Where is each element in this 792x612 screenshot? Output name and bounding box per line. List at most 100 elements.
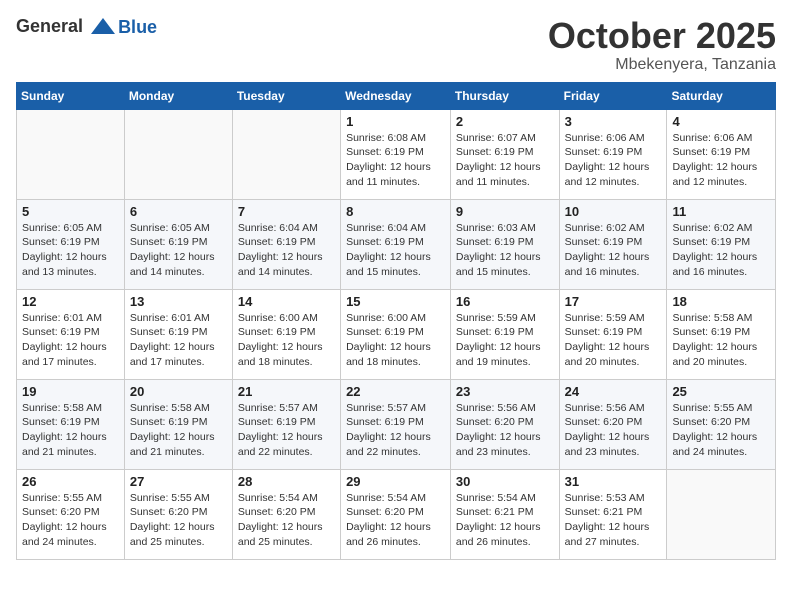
day-number: 25 <box>672 384 770 399</box>
day-number: 17 <box>565 294 662 309</box>
day-number: 5 <box>22 204 119 219</box>
day-number: 24 <box>565 384 662 399</box>
calendar-cell <box>17 109 125 199</box>
day-info: Sunrise: 5:58 AM Sunset: 6:19 PM Dayligh… <box>130 401 227 460</box>
calendar-cell: 26 Sunrise: 5:55 AM Sunset: 6:20 PM Dayli… <box>17 469 125 559</box>
day-number: 12 <box>22 294 119 309</box>
calendar-header-tuesday: Tuesday <box>232 82 340 109</box>
day-number: 20 <box>130 384 227 399</box>
day-number: 7 <box>238 204 335 219</box>
day-info: Sunrise: 5:58 AM Sunset: 6:19 PM Dayligh… <box>22 401 119 460</box>
calendar-cell: 22 Sunrise: 5:57 AM Sunset: 6:19 PM Dayli… <box>341 379 451 469</box>
day-number: 18 <box>672 294 770 309</box>
day-info: Sunrise: 6:06 AM Sunset: 6:19 PM Dayligh… <box>672 131 770 190</box>
calendar-cell <box>232 109 340 199</box>
day-info: Sunrise: 5:55 AM Sunset: 6:20 PM Dayligh… <box>22 491 119 550</box>
calendar-cell: 8Sunrise: 6:04 AM Sunset: 6:19 PM Daylig… <box>341 199 451 289</box>
day-info: Sunrise: 6:02 AM Sunset: 6:19 PM Dayligh… <box>672 221 770 280</box>
calendar-header-row: SundayMondayTuesdayWednesdayThursdayFrid… <box>17 82 776 109</box>
day-number: 6 <box>130 204 227 219</box>
day-info: Sunrise: 6:07 AM Sunset: 6:19 PM Dayligh… <box>456 131 554 190</box>
month-title: October 2025 <box>548 16 776 56</box>
calendar-table: SundayMondayTuesdayWednesdayThursdayFrid… <box>16 82 776 560</box>
logo-text: General <box>16 16 118 38</box>
day-number: 11 <box>672 204 770 219</box>
day-number: 3 <box>565 114 662 129</box>
logo: General Blue <box>16 16 157 38</box>
calendar-week-row: 1 Sunrise: 6:08 AM Sunset: 6:19 PM Daylig… <box>17 109 776 199</box>
calendar-cell: 6 Sunrise: 6:05 AM Sunset: 6:19 PM Daylig… <box>124 199 232 289</box>
day-number: 29 <box>346 474 445 489</box>
day-info: Sunrise: 6:05 AM Sunset: 6:19 PM Dayligh… <box>130 221 227 280</box>
calendar-cell: 29 Sunrise: 5:54 AM Sunset: 6:20 PM Dayli… <box>341 469 451 559</box>
calendar-cell: 18 Sunrise: 5:58 AM Sunset: 6:19 PM Dayli… <box>667 289 776 379</box>
day-info: Sunrise: 5:54 AM Sunset: 6:20 PM Dayligh… <box>238 491 335 550</box>
day-info: Sunrise: 5:59 AM Sunset: 6:19 PM Dayligh… <box>565 311 662 370</box>
day-info: Sunrise: 6:06 AM Sunset: 6:19 PM Dayligh… <box>565 131 662 190</box>
calendar-week-row: 19Sunrise: 5:58 AM Sunset: 6:19 PM Dayli… <box>17 379 776 469</box>
day-info: Sunrise: 6:04 AM Sunset: 6:19 PM Dayligh… <box>238 221 335 280</box>
calendar-cell: 23 Sunrise: 5:56 AM Sunset: 6:20 PM Dayli… <box>450 379 559 469</box>
day-info: Sunrise: 5:56 AM Sunset: 6:20 PM Dayligh… <box>456 401 554 460</box>
day-info: Sunrise: 6:00 AM Sunset: 6:19 PM Dayligh… <box>238 311 335 370</box>
calendar-cell: 25 Sunrise: 5:55 AM Sunset: 6:20 PM Dayli… <box>667 379 776 469</box>
calendar-cell: 15 Sunrise: 6:00 AM Sunset: 6:19 PM Dayli… <box>341 289 451 379</box>
calendar-cell: 16Sunrise: 5:59 AM Sunset: 6:19 PM Dayli… <box>450 289 559 379</box>
day-number: 15 <box>346 294 445 309</box>
day-info: Sunrise: 6:01 AM Sunset: 6:19 PM Dayligh… <box>130 311 227 370</box>
day-info: Sunrise: 5:56 AM Sunset: 6:20 PM Dayligh… <box>565 401 662 460</box>
calendar-week-row: 12 Sunrise: 6:01 AM Sunset: 6:19 PM Dayli… <box>17 289 776 379</box>
calendar-cell <box>124 109 232 199</box>
day-number: 30 <box>456 474 554 489</box>
calendar-cell: 11 Sunrise: 6:02 AM Sunset: 6:19 PM Dayli… <box>667 199 776 289</box>
day-info: Sunrise: 5:55 AM Sunset: 6:20 PM Dayligh… <box>130 491 227 550</box>
calendar-cell: 19Sunrise: 5:58 AM Sunset: 6:19 PM Dayli… <box>17 379 125 469</box>
calendar-cell <box>667 469 776 559</box>
calendar-cell: 13 Sunrise: 6:01 AM Sunset: 6:19 PM Dayli… <box>124 289 232 379</box>
day-info: Sunrise: 6:04 AM Sunset: 6:19 PM Dayligh… <box>346 221 445 280</box>
day-number: 4 <box>672 114 770 129</box>
day-number: 31 <box>565 474 662 489</box>
day-info: Sunrise: 5:54 AM Sunset: 6:20 PM Dayligh… <box>346 491 445 550</box>
logo-icon <box>89 16 117 38</box>
calendar-cell: 28Sunrise: 5:54 AM Sunset: 6:20 PM Dayli… <box>232 469 340 559</box>
calendar-cell: 31Sunrise: 5:53 AM Sunset: 6:21 PM Dayli… <box>559 469 667 559</box>
calendar-cell: 2Sunrise: 6:07 AM Sunset: 6:19 PM Daylig… <box>450 109 559 199</box>
day-number: 10 <box>565 204 662 219</box>
day-info: Sunrise: 5:55 AM Sunset: 6:20 PM Dayligh… <box>672 401 770 460</box>
day-info: Sunrise: 6:08 AM Sunset: 6:19 PM Dayligh… <box>346 131 445 190</box>
day-number: 27 <box>130 474 227 489</box>
day-info: Sunrise: 6:03 AM Sunset: 6:19 PM Dayligh… <box>456 221 554 280</box>
calendar-week-row: 26 Sunrise: 5:55 AM Sunset: 6:20 PM Dayli… <box>17 469 776 559</box>
calendar-cell: 21Sunrise: 5:57 AM Sunset: 6:19 PM Dayli… <box>232 379 340 469</box>
logo-general: General <box>16 16 83 36</box>
day-number: 9 <box>456 204 554 219</box>
calendar-cell: 1 Sunrise: 6:08 AM Sunset: 6:19 PM Daylig… <box>341 109 451 199</box>
calendar-header-friday: Friday <box>559 82 667 109</box>
day-info: Sunrise: 5:57 AM Sunset: 6:19 PM Dayligh… <box>238 401 335 460</box>
calendar-header-monday: Monday <box>124 82 232 109</box>
day-number: 26 <box>22 474 119 489</box>
day-number: 13 <box>130 294 227 309</box>
title-block: October 2025 Mbekenyera, Tanzania <box>548 16 776 74</box>
calendar-header-saturday: Saturday <box>667 82 776 109</box>
day-number: 1 <box>346 114 445 129</box>
calendar-cell: 24 Sunrise: 5:56 AM Sunset: 6:20 PM Dayli… <box>559 379 667 469</box>
location-title: Mbekenyera, Tanzania <box>548 56 776 74</box>
calendar-header-thursday: Thursday <box>450 82 559 109</box>
day-info: Sunrise: 5:57 AM Sunset: 6:19 PM Dayligh… <box>346 401 445 460</box>
day-info: Sunrise: 6:00 AM Sunset: 6:19 PM Dayligh… <box>346 311 445 370</box>
calendar-header-wednesday: Wednesday <box>341 82 451 109</box>
calendar-cell: 27 Sunrise: 5:55 AM Sunset: 6:20 PM Dayli… <box>124 469 232 559</box>
day-number: 14 <box>238 294 335 309</box>
calendar-cell: 30 Sunrise: 5:54 AM Sunset: 6:21 PM Dayli… <box>450 469 559 559</box>
day-info: Sunrise: 6:01 AM Sunset: 6:19 PM Dayligh… <box>22 311 119 370</box>
day-info: Sunrise: 5:58 AM Sunset: 6:19 PM Dayligh… <box>672 311 770 370</box>
day-info: Sunrise: 5:59 AM Sunset: 6:19 PM Dayligh… <box>456 311 554 370</box>
calendar-cell: 10Sunrise: 6:02 AM Sunset: 6:19 PM Dayli… <box>559 199 667 289</box>
day-info: Sunrise: 5:54 AM Sunset: 6:21 PM Dayligh… <box>456 491 554 550</box>
day-number: 23 <box>456 384 554 399</box>
calendar-cell: 14 Sunrise: 6:00 AM Sunset: 6:19 PM Dayli… <box>232 289 340 379</box>
calendar-cell: 12 Sunrise: 6:01 AM Sunset: 6:19 PM Dayli… <box>17 289 125 379</box>
day-number: 22 <box>346 384 445 399</box>
